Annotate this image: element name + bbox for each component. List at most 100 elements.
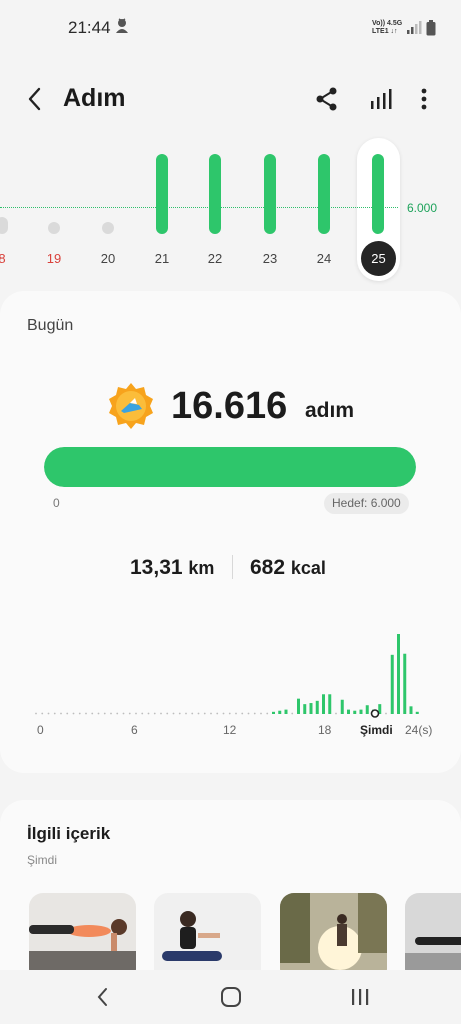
- hourly-empty-dot: [103, 712, 106, 715]
- related-thumbnail-plank[interactable]: [29, 893, 136, 980]
- hourly-bar: [322, 694, 325, 714]
- back-arrow-icon[interactable]: [22, 84, 50, 114]
- hourly-empty-dot: [41, 712, 44, 715]
- hourly-axis-now-label: Şimdi: [360, 723, 393, 737]
- hourly-empty-dot: [72, 712, 75, 715]
- hourly-bar: [415, 711, 419, 714]
- hourly-bar: [353, 710, 357, 714]
- hourly-axis-label: 12: [223, 723, 237, 737]
- calories-unit: kcal: [290, 558, 326, 578]
- hourly-empty-dot: [335, 712, 337, 715]
- status-time: 21:44: [68, 18, 111, 37]
- hourly-bar: [278, 710, 282, 714]
- hourly-empty-dot: [210, 712, 212, 715]
- related-content-card: İlgili içerik Şimdi: [0, 800, 461, 980]
- calories-value: 682: [250, 556, 286, 579]
- distance-unit: km: [188, 558, 215, 578]
- goal-badge-icon: [106, 381, 156, 431]
- hourly-empty-dot: [78, 712, 81, 715]
- hourly-bar: [397, 634, 400, 714]
- hourly-bar: [403, 653, 407, 714]
- steps-count: 16.616: [171, 385, 288, 427]
- hourly-bar: [297, 698, 300, 714]
- hourly-empty-dot: [260, 712, 262, 715]
- hourly-empty-dot: [85, 712, 87, 715]
- hourly-bar: [365, 705, 369, 714]
- hourly-empty-dot: [185, 712, 187, 715]
- hourly-empty-dot: [235, 712, 237, 715]
- hourly-axis-label: 6: [131, 723, 138, 737]
- day-label[interactable]: 19: [39, 251, 69, 266]
- day-label-selected[interactable]: 25: [361, 241, 396, 276]
- stat-divider: [232, 555, 233, 579]
- day-label[interactable]: 23: [255, 251, 285, 266]
- hourly-empty-dot: [116, 712, 119, 715]
- nav-home-icon[interactable]: [220, 986, 242, 1008]
- distance-stat: 13,31 km: [130, 556, 214, 580]
- app-bar: Adım: [0, 72, 461, 128]
- hourly-empty-dot: [60, 712, 62, 715]
- hourly-empty-dot: [385, 712, 387, 715]
- day-label[interactable]: 22: [200, 251, 230, 266]
- hourly-bar: [272, 711, 275, 714]
- day-label[interactable]: 8: [0, 251, 17, 266]
- hourly-bar: [284, 709, 288, 714]
- hourly-bar: [315, 700, 319, 714]
- hourly-axis-label: 18: [318, 723, 332, 737]
- signal-icon: [406, 19, 422, 40]
- related-thumbnail-workout[interactable]: [405, 893, 461, 980]
- page-title: Adım: [63, 84, 126, 112]
- hourly-axis-label: 0: [37, 723, 44, 737]
- steps-unit: adım: [305, 399, 355, 422]
- hourly-bar: [328, 694, 332, 714]
- nav-back-icon[interactable]: [93, 985, 113, 1009]
- day-bar[interactable]: [372, 154, 384, 234]
- bar-chart-icon[interactable]: [366, 85, 394, 113]
- goal-line: [0, 207, 398, 208]
- day-bar[interactable]: [48, 222, 60, 234]
- hourly-empty-dot: [91, 712, 94, 715]
- system-nav-bar: [0, 970, 461, 1024]
- hourly-empty-dot: [47, 712, 50, 715]
- more-vert-icon[interactable]: [413, 85, 435, 113]
- nav-recents-icon[interactable]: [349, 987, 371, 1007]
- today-label: Bugün: [27, 317, 74, 334]
- related-thumbnail-stretch[interactable]: [154, 893, 261, 980]
- hourly-empty-dot: [135, 712, 137, 715]
- day-bar[interactable]: [102, 222, 114, 234]
- notification-icon: [114, 17, 130, 40]
- hourly-empty-dot: [128, 712, 131, 715]
- steps-progress-bar: [44, 447, 416, 487]
- hourly-bar: [359, 709, 363, 714]
- hourly-bar: [303, 704, 307, 714]
- hourly-bar: [309, 703, 313, 714]
- progress-min-label: 0: [53, 496, 60, 510]
- day-bar[interactable]: [0, 216, 8, 234]
- related-title: İlgili içerik: [27, 824, 111, 843]
- day-bar[interactable]: [264, 154, 276, 234]
- day-label[interactable]: 21: [147, 251, 177, 266]
- hourly-empty-dot: [203, 712, 206, 715]
- day-label[interactable]: 24: [309, 251, 339, 266]
- day-label[interactable]: 20: [93, 251, 123, 266]
- related-thumbnail-running[interactable]: [280, 893, 387, 980]
- hourly-empty-dot: [166, 712, 169, 715]
- hourly-empty-dot: [147, 712, 150, 715]
- hourly-empty-dot: [122, 712, 125, 715]
- share-icon[interactable]: [313, 85, 341, 113]
- day-bar[interactable]: [156, 154, 168, 234]
- related-subtitle: Şimdi: [27, 853, 58, 867]
- calories-stat: 682 kcal: [250, 556, 326, 580]
- hourly-empty-dot: [241, 712, 244, 715]
- hourly-bar: [347, 709, 350, 714]
- hourly-empty-dot: [97, 712, 100, 715]
- hourly-empty-dot: [178, 712, 181, 715]
- hourly-empty-dot: [35, 712, 37, 715]
- goal-label: 6.000: [407, 201, 438, 215]
- day-bar[interactable]: [209, 154, 221, 234]
- hourly-bar: [409, 706, 413, 714]
- network-line-2: LTE1 ↓↑: [372, 28, 398, 35]
- hourly-empty-dot: [172, 712, 175, 715]
- hourly-empty-dot: [191, 712, 194, 715]
- day-bar[interactable]: [318, 154, 330, 234]
